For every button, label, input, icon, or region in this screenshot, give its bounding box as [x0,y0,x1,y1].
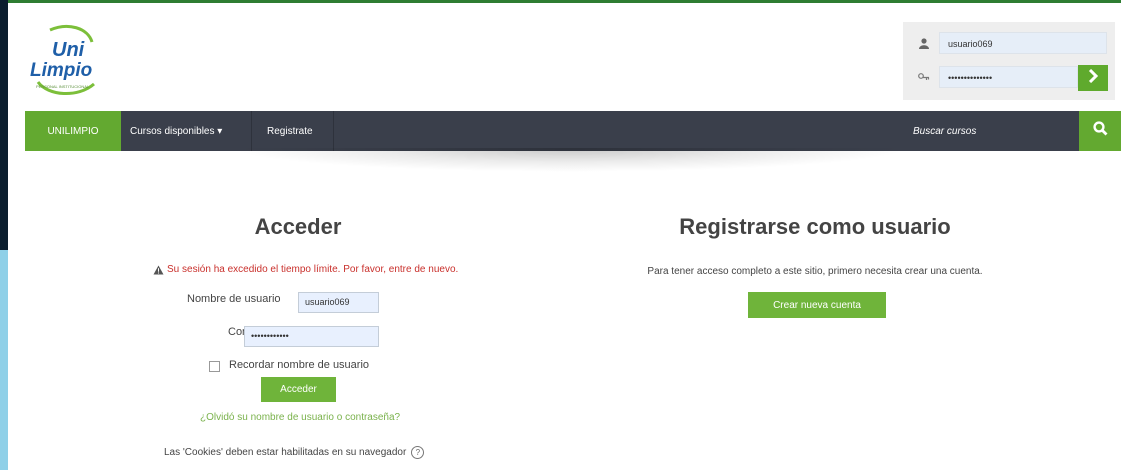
login-title: Acceder [254,214,342,239]
quick-login-box: usuario069 •••••••••••••• [903,22,1115,100]
password-input[interactable]: •••••••••••• [244,326,379,347]
forgot-credentials-link[interactable]: ¿Olvidó su nombre de usuario o contraseñ… [200,412,400,423]
svg-text:PERSONAL INSTITUCIONAL: PERSONAL INSTITUCIONAL [36,84,90,89]
register-title: Registrarse como usuario [679,214,951,239]
left-edge-light [0,250,8,470]
quick-password-row [913,66,935,88]
username-label: Nombre de usuario [187,293,281,305]
help-icon[interactable]: ? [411,446,425,459]
quick-password-input[interactable]: •••••••••••••• [939,66,1078,88]
cookies-text: Las 'Cookies' deben estar habilitadas en… [164,447,407,458]
navbar-shadow [230,148,910,172]
user-icon [913,37,935,49]
nav-cursos-disponibles[interactable]: Cursos disponibles ▾ [130,111,222,151]
quick-username-row [913,32,935,54]
quick-username-input[interactable]: usuario069 [939,32,1107,54]
nav-home-unilimpio[interactable]: UNILIMPIO [25,111,121,151]
nav-search-input[interactable]: Buscar cursos [911,111,1081,151]
remember-username-label: Recordar nombre de usuario [229,359,370,371]
nav-search-button[interactable] [1079,111,1121,151]
warning-icon [153,265,164,275]
register-description: Para tener acceso completo a este sitio,… [647,266,983,277]
create-account-button[interactable]: Crear nueva cuenta [748,292,886,318]
nav-registrate[interactable]: Registrate [267,111,313,151]
svg-text:Limpio: Limpio [30,60,92,81]
top-border [8,0,1121,3]
main-navbar: UNILIMPIO Cursos disponibles ▾ Registrat… [25,111,1121,151]
search-icon [1092,121,1108,141]
svg-text:Uni: Uni [52,39,85,61]
remember-username-checkbox[interactable] [209,361,220,372]
nav-separator [333,111,334,151]
unilimpio-logo[interactable]: Uni Limpio PERSONAL INSTITUCIONAL [28,22,104,98]
quick-login-go-button[interactable] [1078,65,1108,91]
left-edge-dark [0,0,8,250]
cookies-notice: Las 'Cookies' deben estar habilitadas en… [164,446,425,459]
session-expired-warning: Su sesión ha excedido el tiempo límite. … [153,264,473,275]
username-input[interactable]: usuario069 [298,292,379,313]
key-icon [913,72,935,82]
warning-text: Su sesión ha excedido el tiempo límite. … [167,264,459,275]
nav-separator [251,111,252,151]
acceder-button[interactable]: Acceder [261,377,336,402]
chevron-right-icon [1087,68,1099,88]
